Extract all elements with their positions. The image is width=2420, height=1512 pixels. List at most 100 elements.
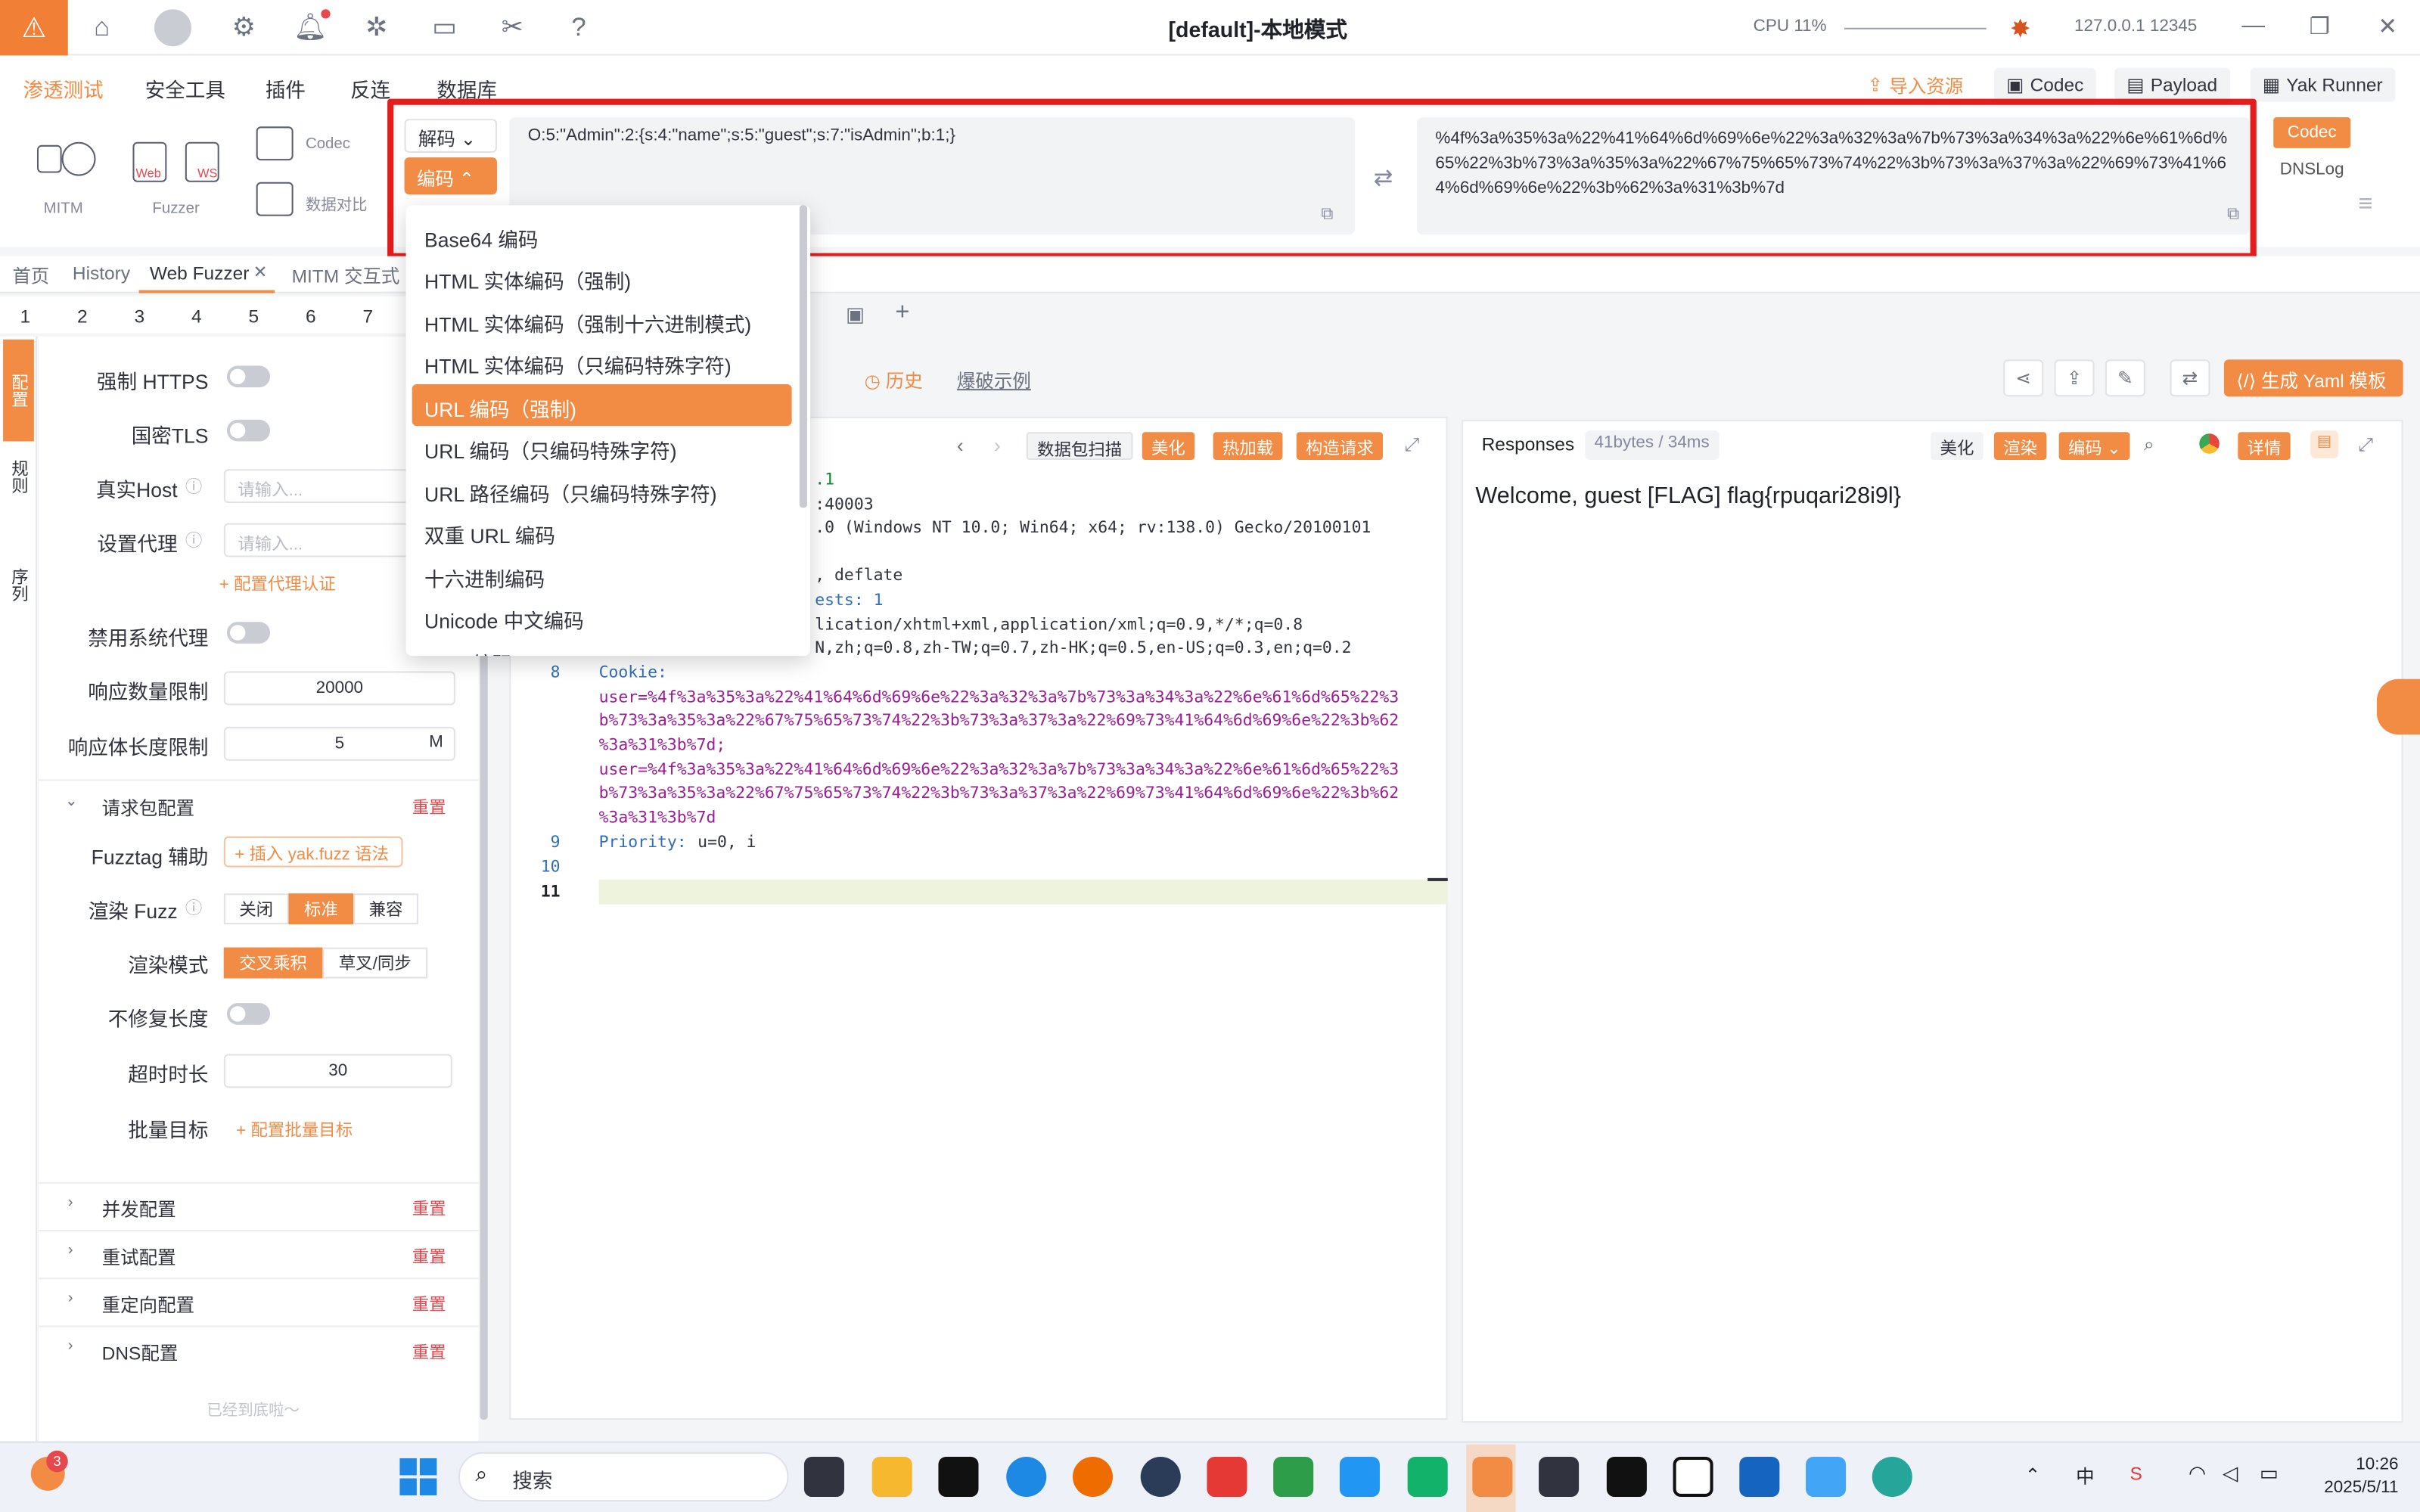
wechat-icon[interactable] [1407, 1456, 1448, 1497]
taskbar-search[interactable]: 搜索 [458, 1451, 789, 1502]
option-unicode[interactable]: Unicode 中文编码 [412, 596, 792, 638]
export-icon[interactable]: ⇪ [2054, 359, 2095, 397]
minimize-icon[interactable]: — [2238, 12, 2269, 43]
side-tab-codec[interactable]: Codec [2273, 117, 2351, 148]
chevron-right-icon[interactable]: › [68, 1338, 73, 1355]
terminal-app-icon[interactable] [1539, 1456, 1580, 1497]
task-view-icon[interactable] [803, 1456, 844, 1497]
share-icon[interactable]: ⋖ [2003, 359, 2044, 397]
yaml-template-button[interactable]: ⟨/⟩ 生成 Yaml 模板 [2223, 359, 2403, 397]
fuzztag-button[interactable]: + 插入 yak.fuzz 语法 [223, 836, 403, 868]
expand-icon[interactable]: ⤢ [1405, 433, 1420, 457]
sub-tab[interactable]: 2 [77, 306, 88, 328]
tab-mitm[interactable]: MITM 交互式 [292, 262, 400, 289]
mascot-icon[interactable] [2376, 678, 2420, 735]
prev-icon[interactable]: ‹ [957, 433, 964, 457]
render-standard[interactable]: 标准 [288, 893, 354, 925]
add-tab-icon[interactable]: + [895, 300, 909, 328]
unity-icon[interactable] [1606, 1456, 1647, 1497]
tray-app-icon[interactable]: S [2130, 1463, 2142, 1485]
codec-tool-icon[interactable] [256, 126, 294, 161]
next-icon[interactable]: › [994, 433, 1001, 457]
engine-icon[interactable]: ✸ [2006, 14, 2034, 43]
history-button[interactable]: ◷ 历史 [865, 368, 923, 394]
fullscreen-icon[interactable]: ⤢ [2358, 433, 2373, 457]
option-md5[interactable]: MD5 编码 [412, 639, 792, 656]
detail-button[interactable]: 详情 [2238, 432, 2291, 460]
packet-scan-button[interactable]: 数据包扫描 [1026, 432, 1133, 460]
example-link[interactable]: 爆破示例 [957, 368, 1031, 394]
tools-icon[interactable]: ✂ [494, 9, 531, 46]
payload-button[interactable]: ▤ Payload [2114, 67, 2230, 102]
restore-icon[interactable]: ❐ [2304, 12, 2335, 43]
option-double-url[interactable]: 双重 URL 编码 [412, 511, 792, 552]
close-tab-icon[interactable]: ✕ [253, 262, 268, 282]
menu-pentest[interactable]: 渗透测试 [23, 74, 104, 104]
option-html-force[interactable]: HTML 实体编码（强制) [412, 256, 792, 298]
real-host-input[interactable]: 请输入... [223, 469, 409, 504]
no-fix-len-toggle[interactable] [226, 1003, 271, 1025]
avatar[interactable] [154, 9, 191, 47]
codec-tool-label[interactable]: Codec [306, 136, 350, 153]
ime-icon[interactable]: 中 [2076, 1463, 2095, 1489]
save-icon[interactable]: ▣ [846, 303, 865, 328]
swap-layout-icon[interactable]: ⇄ [2170, 359, 2210, 397]
folder-icon[interactable] [871, 1456, 912, 1497]
option-html-special[interactable]: HTML 实体编码（只编码特殊字符) [412, 341, 792, 383]
import-resource-button[interactable]: ⇪ 导入资源 [1855, 68, 1975, 102]
k-app-icon[interactable] [938, 1456, 979, 1497]
reset-button[interactable]: 重置 [412, 795, 446, 820]
option-url-special[interactable]: URL 编码（只编码特殊字符) [412, 426, 792, 467]
option-url-force[interactable]: URL 编码（强制) [412, 384, 792, 427]
sheet-icon[interactable] [1273, 1456, 1314, 1497]
option-base64[interactable]: Base64 编码 [412, 215, 792, 256]
chevron-right-icon[interactable]: › [68, 1194, 73, 1211]
chevron-right-icon[interactable]: › [68, 1242, 73, 1259]
battery-icon[interactable]: ▭ [2260, 1461, 2279, 1486]
compare-icon[interactable] [256, 182, 294, 216]
option-html-hex[interactable]: HTML 实体编码（强制十六进制模式) [412, 300, 792, 341]
reset-button[interactable]: 重置 [412, 1292, 446, 1317]
option-url-path[interactable]: URL 路径编码（只编码特殊字符) [412, 469, 792, 511]
wifi-icon[interactable]: ◠ [2189, 1461, 2206, 1486]
resp-encode-button[interactable]: 编码 ⌄ [2058, 432, 2131, 460]
body-limit-input[interactable]: 5 [223, 726, 455, 761]
render-off[interactable]: 关闭 [223, 893, 289, 925]
section-redirect[interactable]: 重定向配置 [102, 1292, 194, 1318]
section-dns[interactable]: DNS配置 [102, 1340, 179, 1366]
comment-icon[interactable]: ▤ [2310, 430, 2338, 458]
resp-beautify-button[interactable]: 美化 [1931, 432, 1984, 460]
firefox-icon[interactable] [1072, 1456, 1113, 1497]
render-compat[interactable]: 兼容 [353, 893, 418, 925]
proxy-auth-link[interactable]: + 配置代理认证 [219, 571, 336, 596]
chevron-up-icon[interactable]: ⌃ [2025, 1464, 2041, 1486]
help-icon[interactable]: ? [561, 9, 598, 46]
hot-reload-button[interactable]: 热加载 [1213, 432, 1283, 460]
force-https-toggle[interactable] [226, 365, 271, 388]
proxy-input[interactable]: 请输入... [223, 523, 409, 557]
resp-limit-input[interactable]: 20000 [223, 671, 455, 706]
reset-button[interactable]: 重置 [412, 1340, 446, 1365]
menu-reverse[interactable]: 反连 [350, 74, 390, 104]
warning-icon[interactable]: ⚠ [0, 0, 68, 56]
home-icon[interactable]: ⌂ [83, 9, 120, 46]
section-retry[interactable]: 重试配置 [102, 1243, 176, 1270]
sub-tab[interactable]: 6 [306, 306, 316, 328]
render-mode-sync[interactable]: 草叉/同步 [322, 947, 428, 979]
section-concurrency[interactable]: 并发配置 [102, 1196, 176, 1222]
burp-icon[interactable] [1673, 1456, 1713, 1497]
bug-icon[interactable]: ✲ [358, 9, 395, 46]
search-icon[interactable]: ⌕ [2144, 433, 2154, 457]
side-tab-dnslog[interactable]: DNSLog [2273, 156, 2350, 184]
vs-icon[interactable] [1806, 1456, 1847, 1497]
build-request-button[interactable]: 构造请求 [1296, 432, 1384, 460]
chrome-icon[interactable] [2199, 433, 2220, 454]
batch-link[interactable]: + 配置批量目标 [236, 1117, 353, 1142]
start-icon[interactable] [399, 1458, 437, 1495]
compare-label[interactable]: 数据对比 [306, 191, 368, 214]
cloud-icon[interactable] [1339, 1456, 1380, 1497]
beautify-button[interactable]: 美化 [1142, 432, 1195, 460]
sub-tab[interactable]: 7 [362, 306, 373, 328]
terminal-icon[interactable]: ▭ [426, 9, 463, 46]
edge-icon[interactable] [1006, 1456, 1047, 1497]
